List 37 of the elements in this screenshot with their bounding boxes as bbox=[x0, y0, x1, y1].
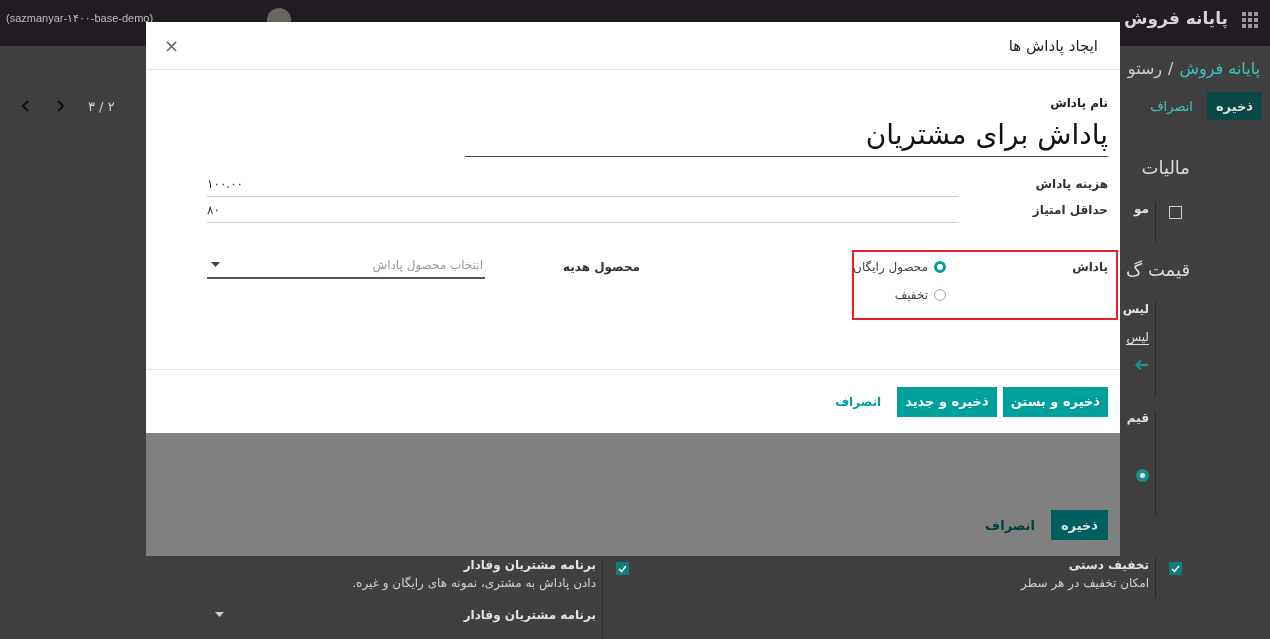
field-label: برنامه مشتریان وفادار bbox=[463, 608, 596, 622]
number-input-field[interactable]: ۸۰ bbox=[207, 197, 958, 223]
setting-title: قیم bbox=[1126, 411, 1149, 425]
setting-description: دادن پاداش به مشتری، نمونه های رایگان و غیره. bbox=[352, 576, 596, 590]
setting-title: برنامه مشتریان وفادار bbox=[463, 558, 596, 572]
pricelist-field[interactable]: لیس bbox=[1126, 330, 1149, 345]
radio-option[interactable]: تخفیف bbox=[894, 287, 946, 303]
field-label: هزینه پاداش bbox=[1034, 176, 1108, 193]
section-heading: قیمت گ bbox=[1126, 258, 1190, 282]
field-label: محصول هدیه bbox=[561, 259, 640, 277]
field-label: پاداش bbox=[1071, 259, 1108, 276]
breadcrumb-separator: / bbox=[1168, 58, 1174, 78]
setting-title: لیس bbox=[1122, 302, 1149, 316]
setting-title: تخفیف دستی bbox=[1068, 558, 1149, 572]
close-button[interactable]: × bbox=[158, 34, 186, 57]
radio-option[interactable]: محصول رایگان bbox=[853, 259, 946, 275]
number-input-field[interactable]: ۱۰۰.۰۰ bbox=[207, 171, 958, 197]
product-select-field[interactable]: انتخاب محصول پاداش bbox=[207, 253, 485, 279]
discard-link[interactable]: انصراف bbox=[825, 394, 892, 409]
field-label: نام پاداش bbox=[1049, 96, 1108, 110]
section-heading: مالیات bbox=[1141, 156, 1190, 180]
database-name: (sazmanyar-۱۴۰۰-base-demo) bbox=[6, 12, 154, 25]
discard-button[interactable]: انصراف bbox=[1144, 97, 1199, 115]
setting-description: امکان تخفیف در هر سطر bbox=[1021, 576, 1149, 590]
setting-title: مو bbox=[1134, 202, 1149, 216]
pager-value: ۲ / ۳ bbox=[88, 98, 115, 114]
breadcrumb-link[interactable]: پایانه فروش bbox=[1179, 58, 1260, 78]
breadcrumb-current: رستو bbox=[1127, 58, 1163, 78]
dialog-title: ایجاد پاداش ها bbox=[1008, 36, 1098, 55]
save-button[interactable]: ذخیره bbox=[1050, 510, 1108, 540]
save-button[interactable]: ذخیره و بستن bbox=[1002, 386, 1108, 417]
save-button[interactable]: ذخیره و جدید bbox=[897, 386, 997, 417]
field-label: حداقل امتیاز bbox=[1031, 202, 1108, 219]
discard-link[interactable]: انصراف bbox=[979, 510, 1041, 540]
save-button[interactable]: ذخیره bbox=[1206, 92, 1262, 120]
name-input-field[interactable]: پاداش برای مشتریان bbox=[465, 112, 1108, 157]
app-title[interactable]: پایانه فروش bbox=[1124, 8, 1228, 28]
